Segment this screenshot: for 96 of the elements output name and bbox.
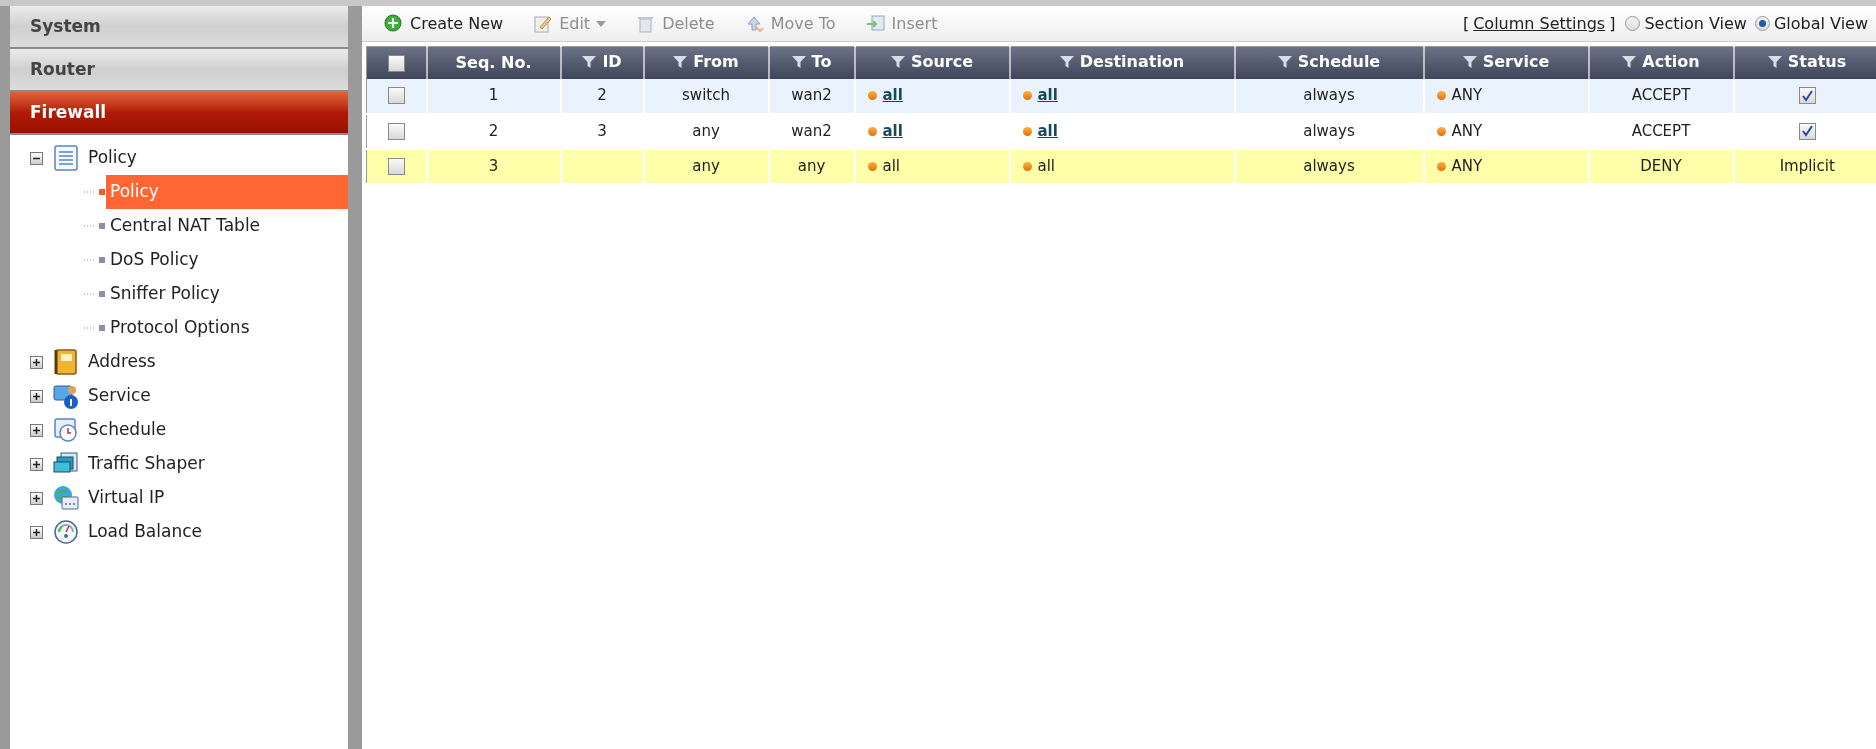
bullet-icon bbox=[867, 91, 877, 101]
filter-icon bbox=[673, 54, 688, 69]
bullet-icon bbox=[84, 323, 106, 333]
table-link[interactable]: all bbox=[882, 84, 903, 107]
bracket-text: ] bbox=[1609, 12, 1616, 35]
expand-icon[interactable] bbox=[30, 389, 43, 403]
bullet-icon bbox=[1022, 126, 1032, 136]
expand-icon[interactable] bbox=[30, 525, 43, 539]
table-cell: wan2 bbox=[791, 86, 832, 105]
table-link[interactable]: all bbox=[882, 119, 903, 143]
tree-item[interactable]: DoS Policy bbox=[106, 243, 348, 277]
table-cell: always bbox=[1303, 156, 1355, 175]
tree-item[interactable]: Protocol Options bbox=[106, 311, 348, 345]
filter-icon bbox=[791, 54, 806, 69]
filter-icon bbox=[1059, 54, 1074, 69]
check-icon bbox=[1801, 125, 1814, 138]
radio-button[interactable] bbox=[1754, 16, 1770, 31]
checkbox[interactable] bbox=[387, 157, 405, 175]
sidebar-section[interactable]: Firewall bbox=[10, 92, 348, 135]
checkbox[interactable] bbox=[387, 54, 405, 72]
table-cell: ACCEPT bbox=[1631, 86, 1691, 105]
table-cell: 2 bbox=[597, 86, 607, 105]
gauge-icon bbox=[53, 519, 79, 545]
globe-window-icon bbox=[53, 485, 79, 511]
table-link[interactable]: all bbox=[1037, 119, 1058, 143]
table-cell: 2 bbox=[488, 121, 499, 140]
tree-item[interactable]: Sniffer Policy bbox=[106, 277, 348, 311]
tree-item[interactable]: Address bbox=[88, 349, 156, 375]
filter-icon bbox=[1277, 54, 1292, 69]
bullet-icon bbox=[84, 187, 106, 197]
insert-icon bbox=[865, 13, 886, 34]
table-cell: ACCEPT bbox=[1631, 121, 1691, 140]
filter-icon bbox=[890, 54, 905, 69]
tree-item[interactable]: Central NAT Table bbox=[106, 209, 348, 243]
pencil-icon bbox=[533, 13, 554, 34]
monitor-person-icon bbox=[53, 383, 79, 409]
radio-option[interactable]: Global View bbox=[1754, 11, 1868, 36]
check-icon bbox=[1801, 89, 1814, 102]
clock-icon bbox=[53, 417, 79, 443]
table-cell-text: all bbox=[882, 155, 901, 177]
bullet-icon bbox=[84, 221, 106, 231]
sidebar-section[interactable]: Router bbox=[10, 49, 348, 92]
column-settings-link[interactable]: Column Settings bbox=[1473, 11, 1606, 36]
bullet-icon bbox=[84, 289, 106, 299]
tree-item[interactable]: Schedule bbox=[88, 417, 167, 443]
bullet-icon bbox=[1436, 126, 1446, 136]
table-link[interactable]: all bbox=[1037, 84, 1058, 107]
bullet-icon bbox=[1022, 91, 1032, 101]
table-cell: 3 bbox=[597, 121, 607, 140]
filter-icon bbox=[1462, 54, 1477, 69]
table-cell-text: ANY bbox=[1451, 155, 1483, 177]
bullet-icon bbox=[84, 255, 106, 265]
table-cell: 1 bbox=[488, 86, 499, 105]
bullet-icon bbox=[867, 126, 877, 136]
table-cell: 3 bbox=[488, 156, 499, 175]
list-icon bbox=[53, 145, 79, 171]
checkbox[interactable] bbox=[387, 87, 405, 105]
bullet-icon bbox=[1436, 161, 1446, 171]
expand-icon[interactable] bbox=[30, 423, 43, 437]
checkbox[interactable] bbox=[387, 122, 405, 140]
toolbar-button[interactable]: Create New bbox=[384, 11, 504, 36]
table-cell: Implicit bbox=[1779, 156, 1835, 175]
table-cell-text: all bbox=[1037, 155, 1056, 177]
plus-circle-icon bbox=[384, 13, 404, 34]
table-cell: switch bbox=[682, 86, 730, 105]
filter-icon bbox=[1622, 54, 1637, 69]
table-cell: DENY bbox=[1640, 156, 1682, 175]
table-cell: any bbox=[797, 156, 826, 175]
sidebar-section[interactable]: System bbox=[10, 6, 348, 49]
bullet-icon bbox=[867, 161, 877, 171]
tree-item[interactable]: Service bbox=[88, 383, 151, 409]
tree-item[interactable]: Policy bbox=[88, 145, 137, 171]
bracket-text: [ bbox=[1462, 12, 1470, 35]
table-cell-text: ANY bbox=[1451, 85, 1483, 107]
table-cell: always bbox=[1303, 121, 1355, 140]
filter-icon bbox=[1767, 54, 1782, 69]
expand-icon[interactable] bbox=[30, 355, 43, 369]
tree-item[interactable]: Virtual IP bbox=[88, 485, 165, 511]
checkbox[interactable] bbox=[1798, 87, 1816, 105]
table-cell: any bbox=[692, 121, 720, 140]
table-cell-text: ANY bbox=[1451, 120, 1483, 142]
table-cell: wan2 bbox=[791, 121, 832, 140]
bullet-icon bbox=[1436, 91, 1446, 101]
bullet-icon bbox=[1022, 161, 1032, 171]
radio-option[interactable]: Section View bbox=[1625, 11, 1747, 36]
expand-icon[interactable] bbox=[30, 457, 43, 471]
table-cell: always bbox=[1303, 86, 1355, 105]
collapse-icon[interactable] bbox=[30, 151, 43, 165]
checkbox[interactable] bbox=[1798, 122, 1816, 140]
expand-icon[interactable] bbox=[30, 491, 43, 505]
filter-icon bbox=[582, 54, 597, 69]
tree-item[interactable]: Traffic Shaper bbox=[88, 451, 205, 477]
address-book-icon bbox=[53, 349, 79, 375]
table-cell: any bbox=[692, 156, 720, 175]
tree-item[interactable]: Load Balance bbox=[88, 519, 202, 545]
radio-button[interactable] bbox=[1625, 16, 1641, 31]
